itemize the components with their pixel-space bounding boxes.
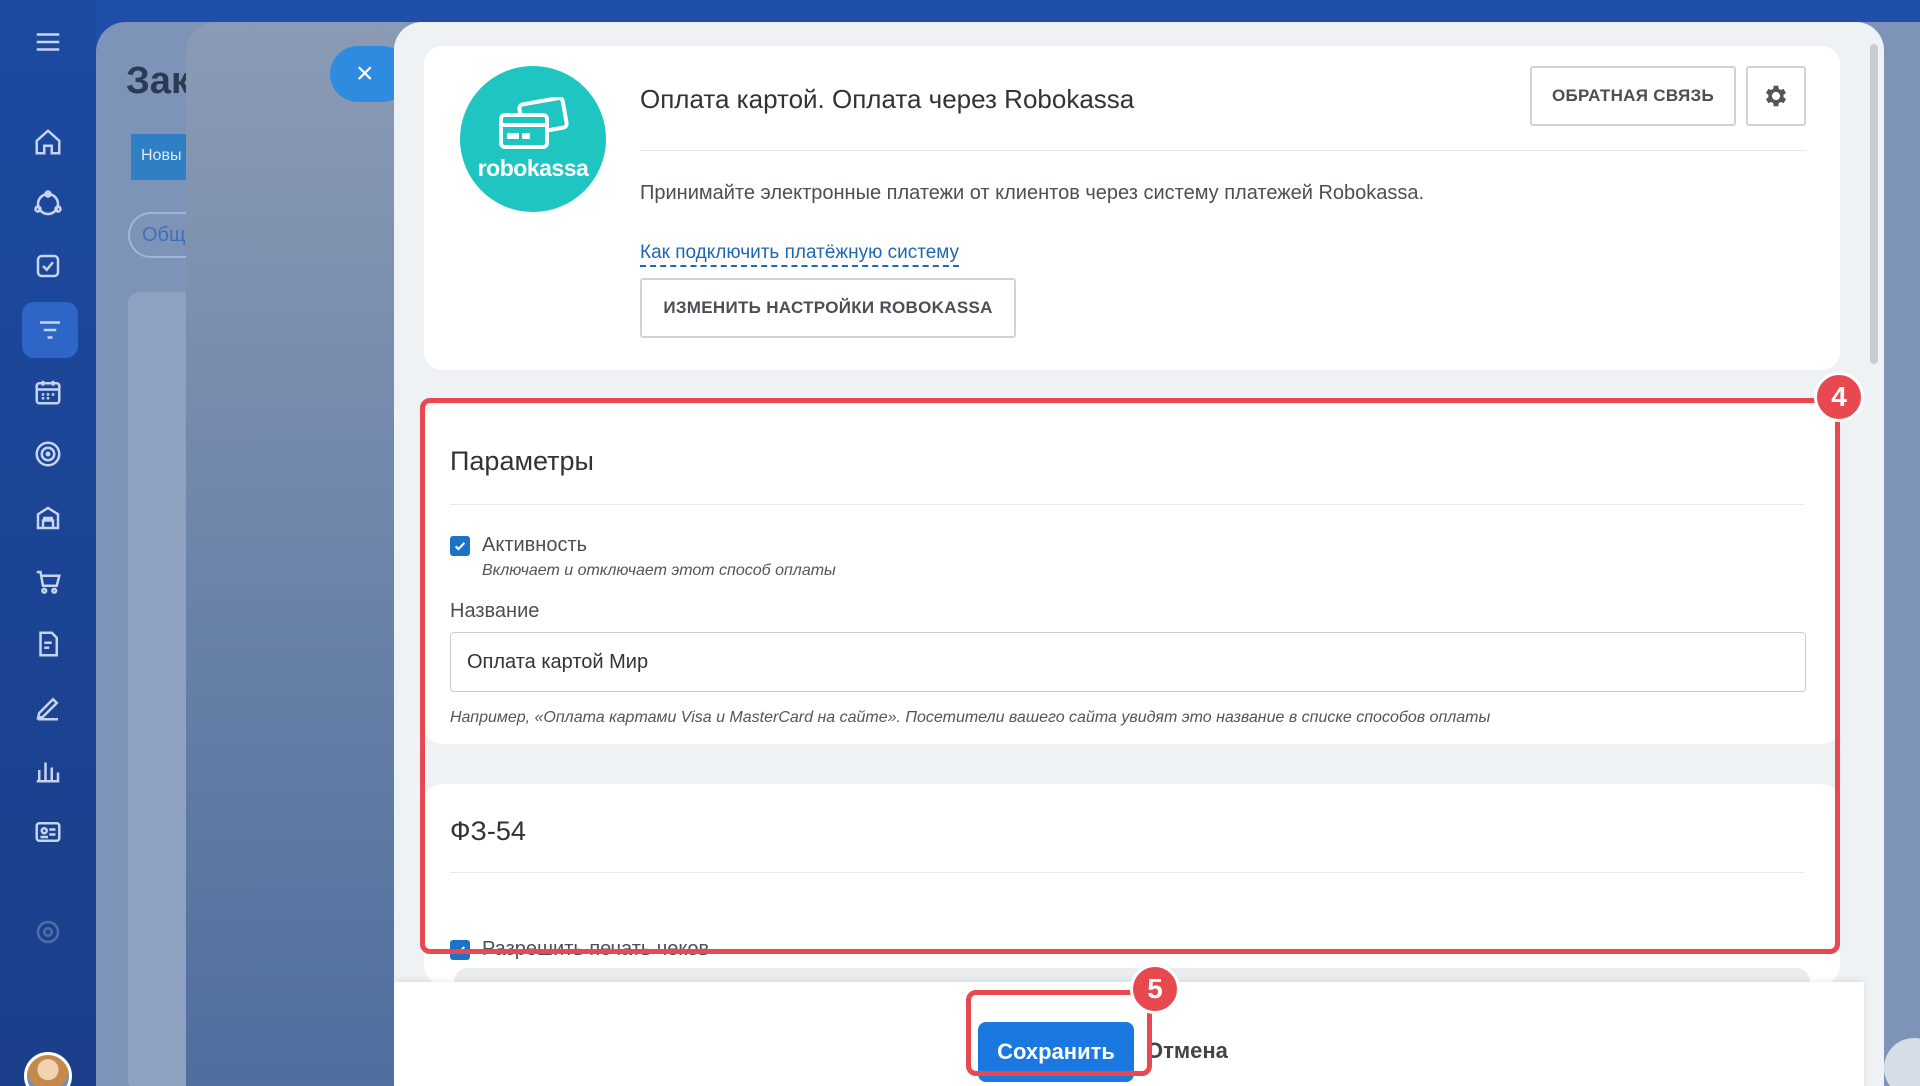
save-badge: 5 (1130, 964, 1180, 1014)
funnel-icon[interactable] (22, 302, 78, 358)
background-page-title: Зак (126, 60, 190, 102)
cards-icon (499, 96, 569, 149)
settings-button[interactable] (1746, 66, 1806, 126)
scrollbar[interactable] (1870, 44, 1878, 364)
header-divider (640, 150, 1806, 151)
store-icon[interactable] (30, 500, 66, 536)
payment-system-title: Оплата картой. Оплата через Robokassa (640, 84, 1135, 114)
document-sign-icon[interactable] (30, 626, 66, 662)
feedback-button[interactable]: ОБРАТНАЯ СВЯЗЬ (1530, 66, 1736, 126)
howto-connect-link[interactable]: Как подключить платёжную систему (640, 242, 960, 267)
contact-card-icon[interactable] (30, 814, 66, 850)
target-icon[interactable] (30, 436, 66, 472)
close-icon: × (356, 57, 374, 90)
robokassa-logo: robokassa (460, 66, 606, 212)
save-highlight (966, 990, 1152, 1076)
home-icon[interactable] (30, 124, 66, 160)
app-sidebar (0, 0, 96, 1086)
gear-icon (1765, 85, 1787, 107)
logo-text: robokassa (477, 154, 589, 181)
menu-icon[interactable] (30, 24, 66, 60)
cancel-button[interactable]: Отмена (1146, 1038, 1228, 1064)
background-slider-layer (186, 22, 406, 1086)
pencil-icon[interactable] (30, 690, 66, 726)
cart-icon[interactable] (30, 564, 66, 600)
payment-system-card: robokassa Оплата картой. Оплата через Ro… (424, 46, 1840, 370)
change-robokassa-settings-button[interactable]: ИЗМЕНИТЬ НАСТРОЙКИ ROBOKASSA (640, 278, 1016, 338)
settings-icon[interactable] (30, 914, 66, 950)
crm-icon[interactable] (30, 186, 66, 222)
parameters-badge: 4 (1814, 372, 1864, 422)
tasks-icon[interactable] (30, 248, 66, 284)
payment-system-description: Принимайте электронные платежи от клиент… (640, 182, 1425, 204)
calendar-icon[interactable] (30, 374, 66, 410)
analytics-icon[interactable] (30, 752, 66, 788)
parameters-highlight (420, 398, 1840, 954)
avatar[interactable] (24, 1052, 72, 1086)
